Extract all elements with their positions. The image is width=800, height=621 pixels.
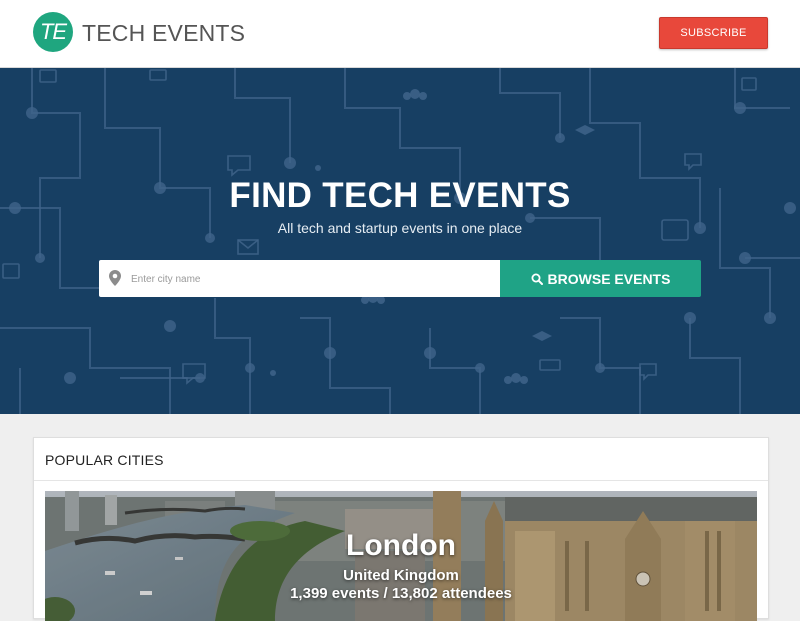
popular-cities-heading: POPULAR CITIES [45,452,164,468]
search-icon [531,273,543,285]
city-search-box[interactable] [99,260,500,299]
browse-events-button[interactable]: BROWSE EVENTS [500,260,701,297]
brand-name[interactable]: TECH EVENTS [82,20,245,47]
hero-title: FIND TECH EVENTS [229,176,571,215]
map-pin-icon [109,270,121,291]
hero-banner: FIND TECH EVENTS All tech and startup ev… [0,68,800,414]
city-country: United Kingdom [343,567,459,584]
city-card-london[interactable]: London United Kingdom 1,399 events / 13,… [45,491,757,621]
hero-subtitle: All tech and startup events in one place [277,220,523,236]
subscribe-button[interactable]: SUBSCRIBE [659,17,768,49]
te-logo-icon[interactable]: TE [33,12,73,52]
city-name: London [346,529,456,562]
logo-text: TE [39,19,67,44]
city-search-input[interactable] [129,260,493,299]
circuit-background-pattern [0,68,800,414]
divider [34,480,768,481]
top-header: TE TECH EVENTS SUBSCRIBE [0,0,800,68]
browse-events-label: BROWSE EVENTS [547,270,671,287]
city-stats: 1,399 events / 13,802 attendees [290,585,512,602]
popular-cities-panel: POPULAR CITIES London United Kingdom 1,3… [33,437,769,621]
